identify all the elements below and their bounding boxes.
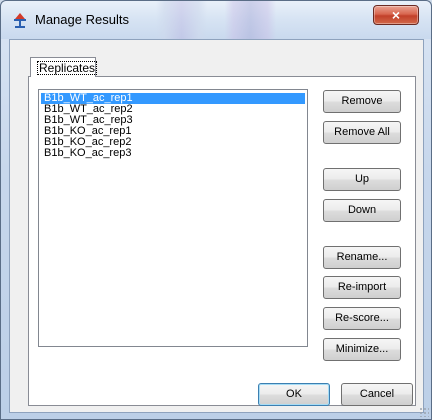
- cancel-button[interactable]: Cancel: [341, 383, 413, 406]
- close-button[interactable]: ×: [373, 5, 419, 25]
- rename-button[interactable]: Rename...: [323, 246, 401, 269]
- tab-replicates-label: Replicates: [37, 61, 98, 75]
- close-icon: ×: [391, 7, 401, 23]
- up-button[interactable]: Up: [323, 168, 401, 191]
- down-button[interactable]: Down: [323, 199, 401, 222]
- remove-all-button[interactable]: Remove All: [323, 121, 401, 144]
- title-bar[interactable]: Manage Results ×: [1, 1, 431, 39]
- tab-replicates[interactable]: Replicates: [30, 57, 98, 77]
- window-title: Manage Results: [35, 12, 129, 27]
- list-item[interactable]: B1b_KO_ac_rep3: [41, 148, 305, 159]
- app-icon: [11, 11, 29, 29]
- remove-button[interactable]: Remove: [323, 90, 401, 113]
- resize-grip[interactable]: [419, 407, 429, 417]
- ok-button[interactable]: OK: [258, 383, 330, 406]
- manage-results-dialog: Manage Results × Replicates B1b_WT_ac_re…: [0, 0, 432, 420]
- replicates-listbox[interactable]: B1b_WT_ac_rep1 B1b_WT_ac_rep2 B1b_WT_ac_…: [38, 89, 308, 347]
- rescore-button[interactable]: Re-score...: [323, 307, 401, 330]
- minimize-button[interactable]: Minimize...: [323, 338, 401, 361]
- reimport-button[interactable]: Re-import: [323, 276, 401, 299]
